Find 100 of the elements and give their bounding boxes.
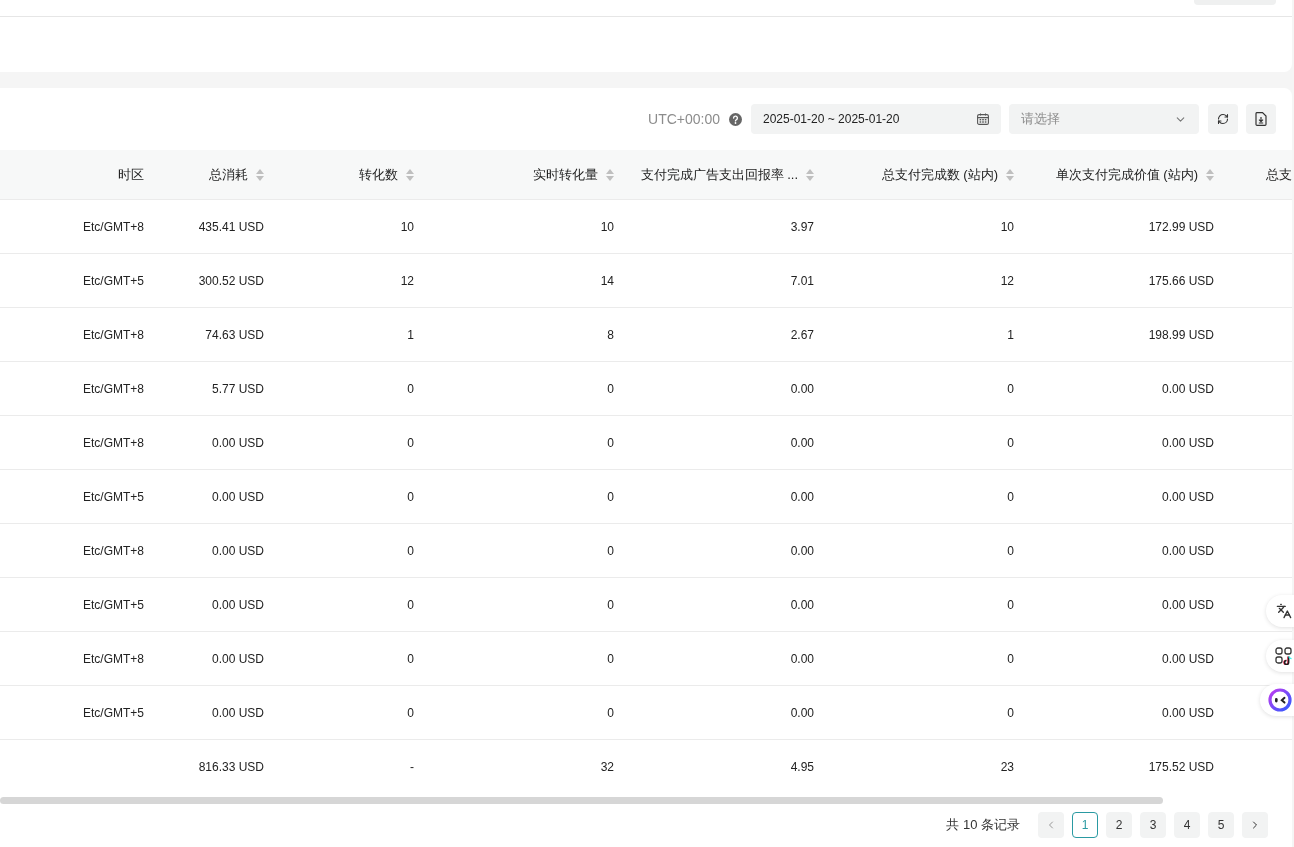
table-cell-text: Etc/GMT+5 xyxy=(83,596,144,614)
column-header: 单次支付完成价值 (站内) xyxy=(1055,165,1198,184)
grid-note-icon xyxy=(1275,647,1293,665)
date-range-field[interactable]: 2025-01-20 ~ 2025-01-20 xyxy=(751,104,1001,134)
page-button[interactable]: 4 xyxy=(1174,812,1200,838)
table-cell-text: 0 xyxy=(407,650,414,668)
table-cell-text: 0 xyxy=(607,704,614,722)
table-cell-text: Etc/GMT+5 xyxy=(83,704,144,722)
summary-cell-text: - xyxy=(410,759,414,776)
previous-page-button[interactable] xyxy=(1038,812,1064,838)
table-cell-text: 0 xyxy=(1007,704,1014,722)
table-cell-text: 0.00 xyxy=(790,542,814,560)
export-button[interactable] xyxy=(1246,104,1276,134)
calendar-icon xyxy=(977,113,989,125)
table-cell-text: 0.00 USD xyxy=(211,596,264,614)
table-cell-text: 0.00 USD xyxy=(211,488,264,506)
table-cell-text: 0 xyxy=(607,596,614,614)
table-cell-text: 5.77 USD xyxy=(211,380,264,398)
column-header: 实时转化量 xyxy=(533,165,598,184)
table-cell-text: 10 xyxy=(400,218,414,236)
sort-icon[interactable] xyxy=(406,168,414,181)
table-cell-text: 0 xyxy=(407,596,414,614)
assistant-widget[interactable] xyxy=(1260,684,1294,716)
table-cell-text: 435.41 USD xyxy=(198,218,264,236)
summary-cell-text: 32 xyxy=(600,759,614,776)
table-cell-text: Etc/GMT+8 xyxy=(83,542,144,560)
table-cell-text: 300.52 USD xyxy=(198,272,264,290)
summary-cell-text: 23 xyxy=(1000,759,1014,776)
table-cell-text: 0 xyxy=(407,434,414,452)
help-icon[interactable] xyxy=(729,112,742,126)
apps-widget[interactable] xyxy=(1266,640,1294,672)
table-cell-text: 0.00 xyxy=(790,434,814,452)
refresh-icon xyxy=(1217,113,1229,125)
table-cell-text: 0.00 USD xyxy=(211,434,264,452)
table-cell-text: 0 xyxy=(607,434,614,452)
table-cell-text: 0 xyxy=(1007,488,1014,506)
column-header: 转化数 xyxy=(359,165,398,184)
table-cell-text: Etc/GMT+8 xyxy=(83,380,144,398)
table-cell-text: Etc/GMT+8 xyxy=(83,218,144,236)
table-cell-text: 198.99 USD xyxy=(1148,326,1214,344)
sort-icon[interactable] xyxy=(806,168,814,181)
column-header: 时区 xyxy=(118,165,144,184)
table-cell-text: 10 xyxy=(600,218,614,236)
table-cell-text: 0.00 USD xyxy=(1161,434,1214,452)
sort-icon[interactable] xyxy=(256,168,264,181)
table-cell-text: 0 xyxy=(407,488,414,506)
table-cell-text: 172.99 USD xyxy=(1148,218,1214,236)
table-cell-text: 0.00 USD xyxy=(1161,488,1214,506)
next-page-button[interactable] xyxy=(1242,812,1268,838)
table-cell-text: Etc/GMT+8 xyxy=(83,650,144,668)
table-cell-text: 0.00 USD xyxy=(1161,596,1214,614)
table-cell-text: 3.97 xyxy=(790,218,814,236)
table-cell-text: 12 xyxy=(1000,272,1014,290)
sort-icon[interactable] xyxy=(1006,168,1014,181)
page-button[interactable]: 5 xyxy=(1208,812,1234,838)
table-cell-text: 0.00 USD xyxy=(211,542,264,560)
table-cell-text: 0 xyxy=(1007,650,1014,668)
table-cell-text: 0 xyxy=(607,650,614,668)
translate-widget[interactable] xyxy=(1266,595,1294,627)
page-button[interactable]: 2 xyxy=(1106,812,1132,838)
table-cell-text: Etc/GMT+5 xyxy=(83,272,144,290)
column-header: 总消耗 xyxy=(209,165,248,184)
table-cell-text: 175.66 USD xyxy=(1148,272,1214,290)
table-cell-text: 2.67 xyxy=(790,326,814,344)
table-cell-text: 7.01 xyxy=(790,272,814,290)
table-cell-text: 0 xyxy=(1007,434,1014,452)
table-cell-text: 0.00 xyxy=(790,380,814,398)
table-cell-text: 0 xyxy=(1007,596,1014,614)
table-cell-text: Etc/GMT+5 xyxy=(83,488,144,506)
sort-icon[interactable] xyxy=(1206,168,1214,181)
table-cell-text: 14 xyxy=(600,272,614,290)
table-cell-text: 0 xyxy=(607,380,614,398)
column-header: 总支 xyxy=(1266,165,1292,184)
file-download-icon xyxy=(1255,112,1267,126)
summary-cell-text: 175.52 USD xyxy=(1148,759,1214,776)
scrollbar-thumb[interactable] xyxy=(0,797,1163,804)
table-cell-text: 0.00 USD xyxy=(211,650,264,668)
refresh-button[interactable] xyxy=(1208,104,1238,134)
timezone-label: UTC+00:00 xyxy=(648,109,720,129)
table-cell-text: 0.00 USD xyxy=(1161,650,1214,668)
sort-icon[interactable] xyxy=(606,168,614,181)
translate-icon xyxy=(1276,603,1292,619)
table-cell-text: 0.00 xyxy=(790,488,814,506)
table-cell-text: 0.00 xyxy=(790,596,814,614)
table-cell-text: Etc/GMT+8 xyxy=(83,434,144,452)
table-cell-text: 0.00 USD xyxy=(211,704,264,722)
page-button[interactable]: 3 xyxy=(1140,812,1166,838)
table-cell-text: 10 xyxy=(1000,218,1014,236)
table-cell-text: Etc/GMT+8 xyxy=(83,326,144,344)
table-cell-text: 0.00 xyxy=(790,650,814,668)
table-cell-text: 12 xyxy=(400,272,414,290)
table-cell-text: 8 xyxy=(607,326,614,344)
page-button[interactable]: 1 xyxy=(1072,812,1098,838)
table-cell-text: 0.00 USD xyxy=(1161,380,1214,398)
table-cell-text: 0 xyxy=(407,704,414,722)
robot-face-icon xyxy=(1268,688,1292,712)
total-records-label: 共 10 条记录 xyxy=(946,816,1020,835)
table-cell-text: 0 xyxy=(407,542,414,560)
table-cell-text: 0 xyxy=(407,380,414,398)
table-cell-text: 74.63 USD xyxy=(205,326,264,344)
